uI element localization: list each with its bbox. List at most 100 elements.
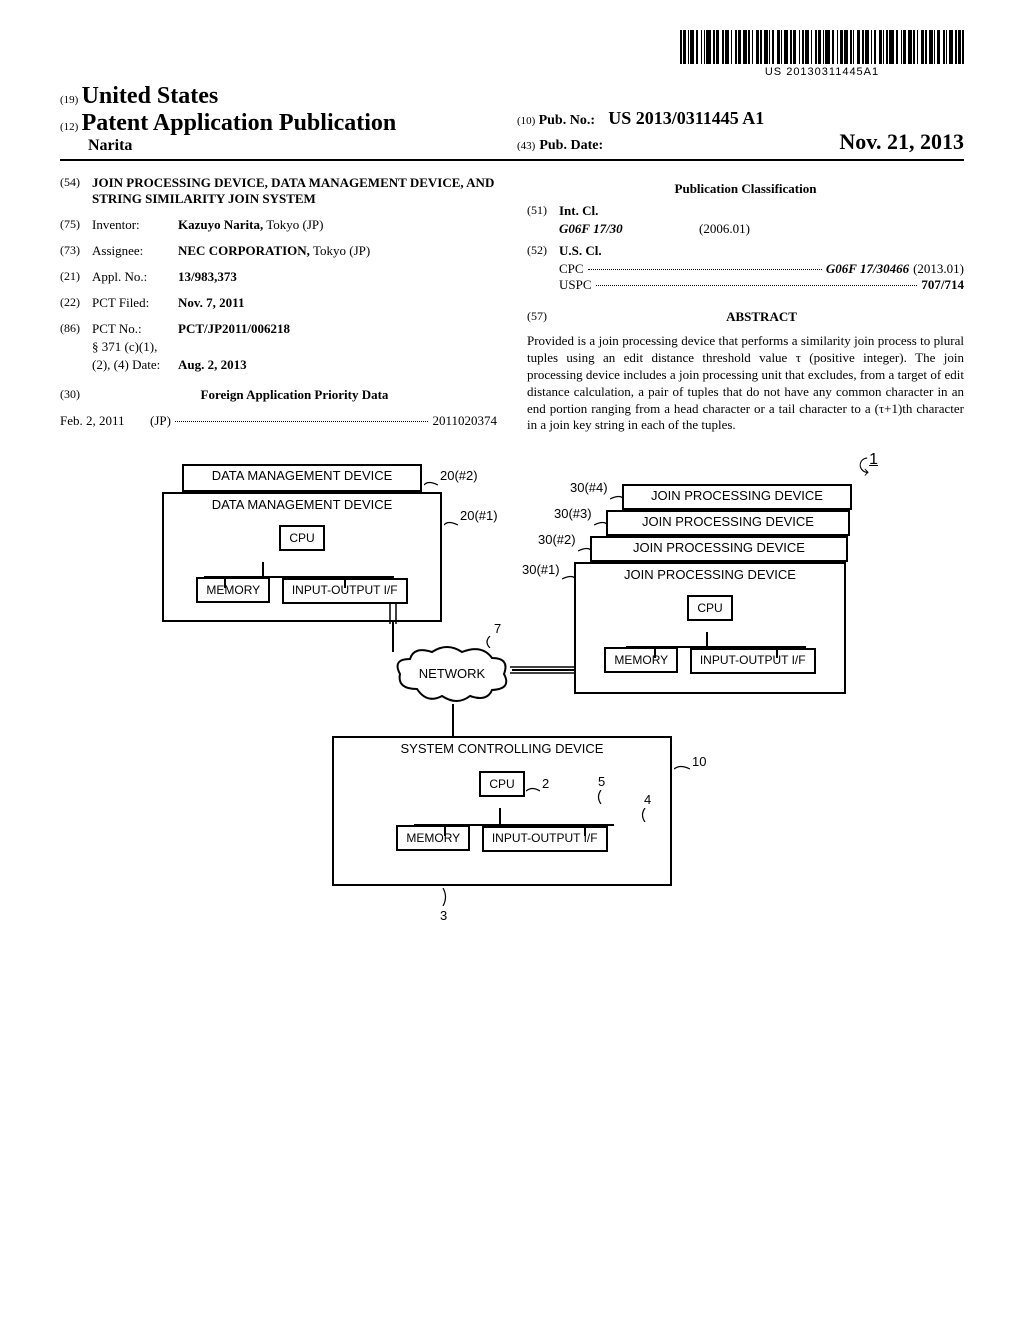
pct-filed-label: PCT Filed: bbox=[92, 295, 178, 311]
assignee-name: NEC CORPORATION, bbox=[178, 243, 310, 258]
leader-20-2 bbox=[424, 478, 438, 488]
country: United States bbox=[82, 83, 219, 109]
code-54: (54) bbox=[60, 175, 92, 207]
scd-box: SYSTEM CONTROLLING DEVICE CPU MEMORY INP… bbox=[332, 736, 672, 886]
pub-classification-heading: Publication Classification bbox=[527, 181, 964, 197]
foreign-country: (JP) bbox=[150, 413, 171, 429]
cpc-value: G06F 17/30466 bbox=[826, 261, 909, 277]
prefix-12: (12) bbox=[60, 121, 78, 133]
prefix-10: (10) bbox=[517, 115, 535, 127]
jpd-label-2: JOIN PROCESSING DEVICE bbox=[633, 540, 805, 555]
pub-date-label: Pub. Date: bbox=[539, 138, 603, 154]
scd-memory: MEMORY bbox=[396, 825, 470, 851]
pub-no-label: Pub. No.: bbox=[539, 113, 595, 128]
int-cl-date: (2006.01) bbox=[699, 221, 750, 237]
barcode-area: US 20130311445A1 bbox=[60, 30, 964, 79]
label-30-4: 30(#4) bbox=[570, 480, 608, 495]
network-cloud: NETWORK bbox=[392, 644, 512, 704]
code-73: (73) bbox=[60, 243, 92, 259]
foreign-app-number: 2011020374 bbox=[432, 413, 497, 429]
inventor-name: Kazuyo Narita, bbox=[178, 217, 263, 232]
cpc-date: (2013.01) bbox=[913, 261, 964, 277]
label-7: 7 bbox=[494, 621, 501, 636]
code-75: (75) bbox=[60, 217, 92, 233]
jpd-box-4: JOIN PROCESSING DEVICE bbox=[622, 484, 852, 510]
code-52: (52) bbox=[527, 243, 559, 259]
pct-filed-value: Nov. 7, 2011 bbox=[178, 295, 497, 311]
dmd-memory: MEMORY bbox=[196, 577, 270, 603]
appl-no-value: 13/983,373 bbox=[178, 269, 497, 285]
label-30-3: 30(#3) bbox=[554, 506, 592, 521]
jpd-label-3: JOIN PROCESSING DEVICE bbox=[642, 514, 814, 529]
publication-type: Patent Application Publication bbox=[82, 110, 397, 136]
label-4: 4 bbox=[644, 792, 651, 807]
jpd-box-3: JOIN PROCESSING DEVICE bbox=[606, 510, 850, 536]
s371-line: § 371 (c)(1), bbox=[92, 339, 157, 354]
barcode: US 20130311445A1 bbox=[680, 30, 964, 78]
dmd-label-2: DATA MANAGEMENT DEVICE bbox=[212, 468, 393, 483]
us-cl-label: U.S. Cl. bbox=[559, 243, 602, 258]
pub-no-value: US 2013/0311445 A1 bbox=[608, 108, 764, 128]
label-3: 3 bbox=[440, 908, 447, 923]
barcode-bars bbox=[680, 30, 964, 64]
foreign-date: Feb. 2, 2011 bbox=[60, 413, 150, 429]
scd-cpu: CPU bbox=[479, 771, 524, 797]
right-column: Publication Classification (51) Int. Cl.… bbox=[527, 175, 964, 434]
foreign-app-heading: Foreign Application Priority Data bbox=[92, 387, 497, 403]
jpd-label-1: JOIN PROCESSING DEVICE bbox=[576, 564, 844, 585]
s371-date-value: Aug. 2, 2013 bbox=[178, 357, 247, 373]
s371-date-label: (2), (4) Date: bbox=[92, 357, 178, 373]
pct-no-value: PCT/JP2011/006218 bbox=[178, 321, 497, 337]
inventor-label: Inventor: bbox=[92, 217, 178, 233]
label-10: 10 bbox=[692, 754, 706, 769]
dmd-box-1: DATA MANAGEMENT DEVICE CPU MEMORY INPUT-… bbox=[162, 492, 442, 622]
jpd-io: INPUT-OUTPUT I/F bbox=[690, 648, 816, 673]
code-21: (21) bbox=[60, 269, 92, 285]
system-diagram: ⤹1 DATA MANAGEMENT DEVICE 20(#2) DATA MA… bbox=[162, 464, 862, 944]
ref-1: ⤹1 bbox=[858, 456, 878, 477]
abstract-heading: ABSTRACT bbox=[559, 309, 964, 325]
pub-date-value: Nov. 21, 2013 bbox=[839, 129, 964, 155]
label-20-1: 20(#1) bbox=[460, 508, 498, 523]
int-cl-code: G06F 17/30 bbox=[559, 221, 699, 237]
uspc-value: 707/714 bbox=[921, 277, 964, 293]
jpd-box-1: JOIN PROCESSING DEVICE CPU MEMORY INPUT-… bbox=[574, 562, 846, 694]
scd-io: INPUT-OUTPUT I/F bbox=[482, 826, 608, 851]
prefix-19: (19) bbox=[60, 94, 78, 106]
scd-label: SYSTEM CONTROLLING DEVICE bbox=[334, 738, 670, 759]
jpd-cpu: CPU bbox=[687, 595, 732, 621]
dmd-box-2: DATA MANAGEMENT DEVICE bbox=[182, 464, 422, 492]
jpd-memory: MEMORY bbox=[604, 647, 678, 673]
jpd-label-4: JOIN PROCESSING DEVICE bbox=[651, 488, 823, 503]
header-inventor: Narita bbox=[88, 137, 132, 154]
appl-no-label: Appl. No.: bbox=[92, 269, 178, 285]
label-5: 5 bbox=[598, 774, 605, 789]
code-22: (22) bbox=[60, 295, 92, 311]
label-2: 2 bbox=[542, 776, 549, 791]
pct-no-label: PCT No.: bbox=[92, 321, 178, 337]
prefix-43: (43) bbox=[517, 140, 535, 152]
network-label: NETWORK bbox=[419, 666, 485, 681]
label-30-2: 30(#2) bbox=[538, 532, 576, 547]
code-51: (51) bbox=[527, 203, 559, 219]
label-30-1: 30(#1) bbox=[522, 562, 560, 577]
int-cl-label: Int. Cl. bbox=[559, 203, 598, 218]
abstract-text: Provided is a join processing device tha… bbox=[527, 333, 964, 434]
assignee-location: Tokyo (JP) bbox=[313, 243, 370, 258]
barcode-number: US 20130311445A1 bbox=[680, 66, 964, 78]
biblio-columns: (54) JOIN PROCESSING DEVICE, DATA MANAGE… bbox=[60, 175, 964, 434]
label-20-2: 20(#2) bbox=[440, 468, 478, 483]
assignee-label: Assignee: bbox=[92, 243, 178, 259]
dmd-label-1: DATA MANAGEMENT DEVICE bbox=[164, 494, 440, 515]
leader-20-1 bbox=[444, 518, 458, 528]
inventor-location: Tokyo (JP) bbox=[266, 217, 323, 232]
code-86: (86) bbox=[60, 321, 92, 337]
code-57: (57) bbox=[527, 309, 559, 325]
uspc-label: USPC bbox=[559, 277, 592, 293]
code-30: (30) bbox=[60, 387, 92, 403]
header-row: (19) United States (12) Patent Applicati… bbox=[60, 83, 964, 161]
dmd-cpu: CPU bbox=[279, 525, 324, 551]
cpc-label: CPC bbox=[559, 261, 584, 277]
jpd-box-2: JOIN PROCESSING DEVICE bbox=[590, 536, 848, 562]
invention-title: JOIN PROCESSING DEVICE, DATA MANAGEMENT … bbox=[92, 175, 497, 207]
